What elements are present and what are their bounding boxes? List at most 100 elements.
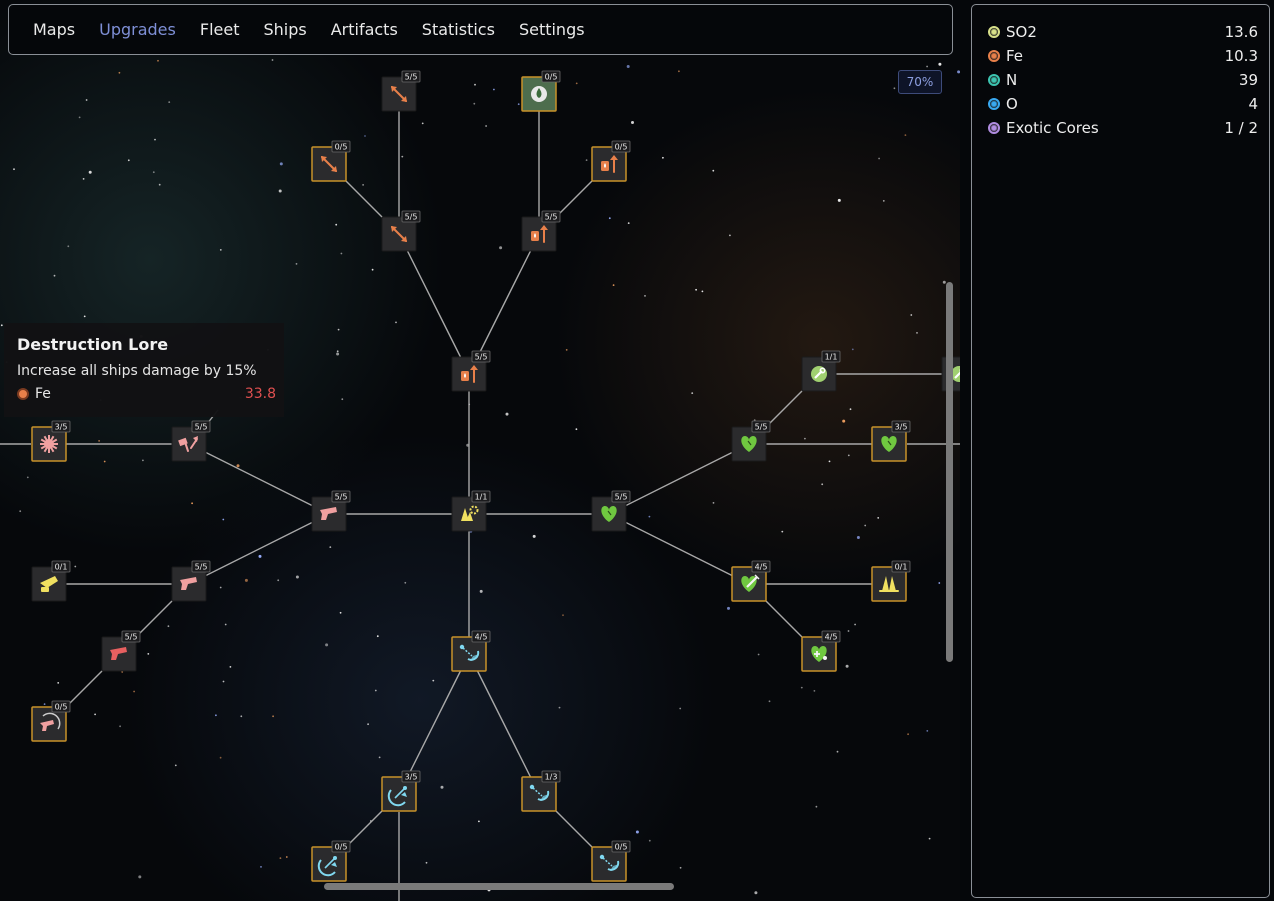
- star: [157, 59, 159, 62]
- upgrade-node-arrows-top[interactable]: 5/5: [381, 70, 421, 112]
- nav-settings[interactable]: Settings: [519, 20, 585, 39]
- resource-o: O 4: [988, 92, 1258, 116]
- star: [856, 536, 860, 539]
- upgrade-node-fire-main[interactable]: 5/5: [451, 350, 491, 392]
- upgrade-node-cannon[interactable]: 0/1: [31, 560, 71, 602]
- upgrade-level-label: 5/5: [475, 352, 488, 361]
- star: [236, 464, 240, 468]
- star: [837, 198, 841, 202]
- upgrade-node-heart-main[interactable]: 5/5: [591, 490, 631, 532]
- upgrade-level-label: 4/5: [825, 632, 838, 641]
- resource-amount: 39: [1238, 71, 1258, 89]
- nav-artifacts[interactable]: Artifacts: [331, 20, 398, 39]
- upgrade-node-bolt-right2[interactable]: 0/5: [591, 840, 631, 882]
- star: [893, 87, 896, 90]
- star: [957, 70, 960, 74]
- star: [712, 169, 715, 172]
- star: [575, 82, 578, 85]
- upgrade-node-heart-up[interactable]: 5/5: [731, 420, 771, 462]
- star: [662, 156, 664, 159]
- zoom-level[interactable]: 70%: [898, 70, 942, 94]
- upgrade-node-heart-right[interactable]: 3/5: [871, 420, 911, 462]
- star: [938, 62, 942, 66]
- star: [362, 184, 364, 186]
- upgrade-node-dish-left[interactable]: 3/5: [381, 770, 421, 812]
- upgrade-node-bolt-main[interactable]: 4/5: [451, 630, 491, 672]
- upgrade-node-gun-main[interactable]: 5/5: [311, 490, 351, 532]
- star: [26, 476, 29, 479]
- star: [678, 70, 680, 73]
- star: [679, 707, 682, 710]
- vertical-scrollbar[interactable]: [946, 282, 953, 662]
- star: [565, 349, 568, 351]
- star: [272, 715, 274, 718]
- star: [608, 217, 611, 220]
- upgrade-node-core[interactable]: 1/1: [451, 490, 491, 532]
- upgrade-level-label: 4/5: [755, 562, 768, 571]
- star: [78, 116, 81, 119]
- upgrade-node-arrows-mid[interactable]: 5/5: [381, 210, 421, 252]
- upgrade-tree[interactable]: 1/1 5/5 5/5 0/5 0/5 5/5 5/5 0/5 5/5 5/5 3/5 5/5 0/1 5…: [0, 0, 960, 901]
- star: [133, 690, 136, 693]
- upgrade-tree-canvas[interactable]: 1/1 5/5 5/5 0/5 0/5 5/5 5/5 0/5 5/5 5/5 3/5 5/5 0/1 5…: [0, 0, 960, 901]
- star: [562, 614, 564, 617]
- resource-amount: 1 / 2: [1224, 119, 1258, 137]
- star: [219, 249, 222, 251]
- nav-statistics[interactable]: Statistics: [422, 20, 495, 39]
- resource-amount: 10.3: [1224, 47, 1258, 65]
- star: [376, 635, 379, 638]
- star: [648, 515, 651, 518]
- star: [53, 274, 56, 277]
- nav-ships[interactable]: Ships: [263, 20, 306, 39]
- star: [864, 524, 867, 527]
- upgrade-node-gun-lower[interactable]: 5/5: [171, 560, 211, 602]
- nav-maps[interactable]: Maps: [33, 20, 75, 39]
- star: [367, 723, 369, 726]
- resource-name: O: [1006, 95, 1018, 113]
- nav-upgrades[interactable]: Upgrades: [99, 20, 176, 39]
- star: [295, 575, 299, 579]
- horizontal-scrollbar[interactable]: [324, 883, 674, 890]
- upgrade-node-fleet-right[interactable]: 0/1: [871, 560, 911, 602]
- upgrade-level-label: 0/5: [615, 842, 628, 851]
- upgrade-node-drop-top[interactable]: 0/5: [521, 70, 561, 112]
- star: [558, 706, 561, 709]
- star: [337, 328, 340, 331]
- upgrade-level-label: 5/5: [335, 492, 348, 501]
- star: [836, 750, 839, 753]
- star: [127, 159, 130, 162]
- star: [339, 611, 342, 614]
- upgrade-node-arrows-left[interactable]: 0/5: [311, 140, 351, 182]
- tree-edge: [188, 443, 330, 515]
- star: [57, 682, 60, 684]
- star: [295, 263, 298, 265]
- tree-nodes[interactable]: 1/1 5/5 5/5 0/5 0/5 5/5 5/5 0/5 5/5 5/5 3/5 5/5 0/1 5…: [31, 70, 960, 882]
- starfield: [0, 59, 960, 895]
- upgrade-node-gun-bottom[interactable]: 0/5: [31, 700, 71, 742]
- upgrade-level-label: 1/1: [825, 352, 838, 361]
- upgrade-node-dish-left2[interactable]: 0/5: [311, 840, 351, 882]
- star: [612, 284, 615, 286]
- upgrade-node-burst[interactable]: 3/5: [31, 420, 71, 462]
- upgrade-level-label: 3/5: [405, 772, 418, 781]
- nav-fleet[interactable]: Fleet: [200, 20, 240, 39]
- star: [474, 83, 476, 86]
- star: [517, 103, 520, 106]
- upgrade-node-hammer[interactable]: 5/5: [171, 420, 211, 462]
- upgrade-level-label: 5/5: [195, 422, 208, 431]
- star: [754, 891, 758, 895]
- upgrade-node-fire-top-right[interactable]: 0/5: [591, 140, 631, 182]
- star: [260, 866, 262, 868]
- star: [585, 159, 588, 162]
- star: [404, 581, 407, 584]
- star: [364, 135, 366, 137]
- fe-resource-icon: [988, 50, 1000, 62]
- star: [877, 517, 880, 519]
- star: [0, 324, 3, 327]
- upgrade-node-heart-syringe[interactable]: 4/5: [731, 560, 771, 602]
- upgrade-node-bolt-right[interactable]: 1/3: [521, 770, 561, 812]
- upgrade-node-gun-low2[interactable]: 5/5: [101, 630, 141, 672]
- upgrade-node-wrench[interactable]: 1/1: [801, 350, 841, 392]
- upgrade-node-fire-right[interactable]: 5/5: [521, 210, 561, 252]
- upgrade-node-heart-plus[interactable]: 4/5: [801, 630, 841, 672]
